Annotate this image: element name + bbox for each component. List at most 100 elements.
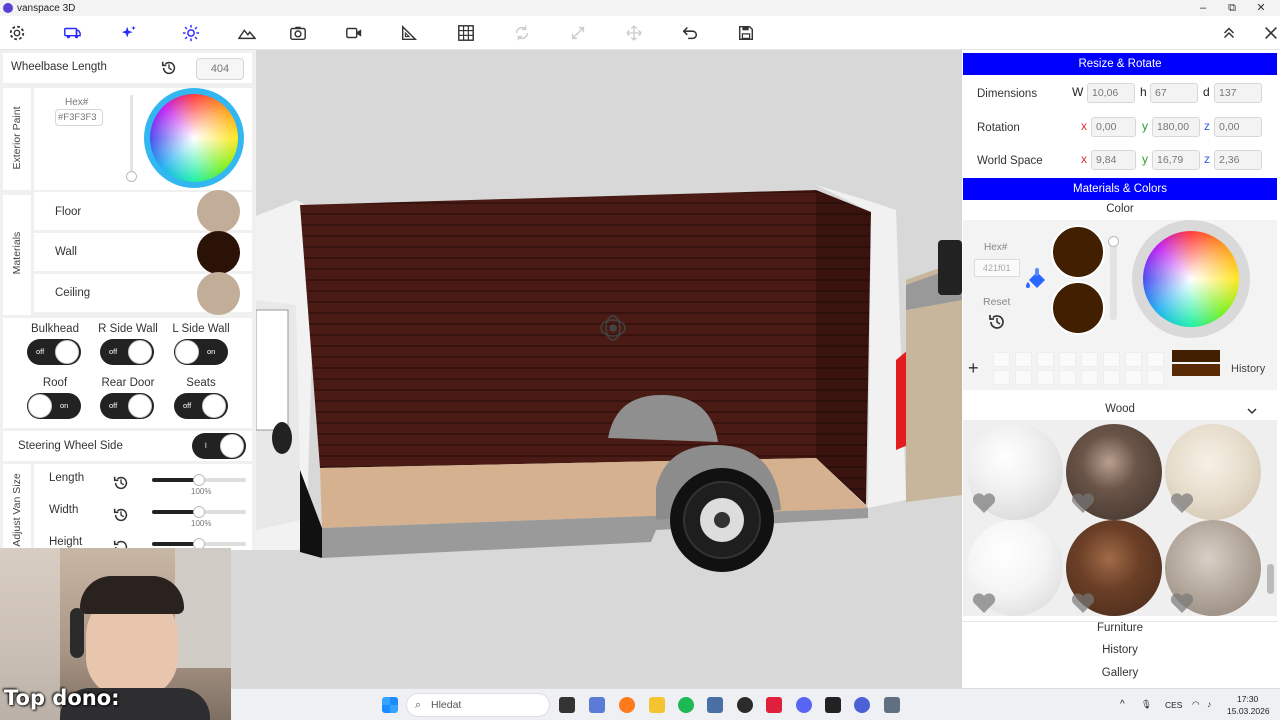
gallery-section-link[interactable]: Gallery bbox=[962, 667, 1278, 679]
height-slider[interactable] bbox=[152, 538, 246, 550]
width-slider-knob[interactable] bbox=[193, 506, 205, 518]
material-row-wall[interactable]: Wall bbox=[34, 231, 252, 274]
steering-toggle[interactable]: l bbox=[192, 433, 246, 459]
clock-time[interactable]: 17:30 bbox=[1237, 694, 1258, 704]
snipping-tool-icon[interactable] bbox=[589, 697, 605, 713]
tray-chevron-icon[interactable]: ^ bbox=[1120, 699, 1125, 710]
width-reset-icon[interactable] bbox=[112, 506, 130, 529]
window-close-button[interactable]: ✕ bbox=[1244, 0, 1278, 16]
history-chip-1[interactable] bbox=[1172, 350, 1220, 362]
wheelbase-input[interactable]: 404 bbox=[196, 58, 244, 80]
rear-door-toggle[interactable]: off bbox=[100, 393, 154, 419]
exterior-brightness-knob[interactable] bbox=[126, 171, 137, 182]
r-side-wall-toggle[interactable]: off bbox=[100, 339, 154, 365]
depth-field[interactable]: 137 bbox=[1214, 83, 1262, 103]
history-color-cell[interactable] bbox=[993, 370, 1010, 385]
history-color-cell[interactable] bbox=[1037, 352, 1054, 367]
gear-icon[interactable] bbox=[7, 23, 27, 43]
history-color-cell[interactable] bbox=[1015, 352, 1032, 367]
height-field[interactable]: 67 bbox=[1150, 83, 1198, 103]
undo-icon[interactable] bbox=[680, 23, 700, 43]
settings-app-icon[interactable] bbox=[884, 697, 900, 713]
history-section-link[interactable]: History bbox=[962, 644, 1278, 656]
exterior-color-wheel[interactable] bbox=[150, 94, 238, 182]
length-slider-knob[interactable] bbox=[193, 474, 205, 486]
move-icon[interactable] bbox=[624, 23, 644, 43]
add-color-icon[interactable]: + bbox=[968, 358, 979, 379]
rotation-z-field[interactable]: 0,00 bbox=[1214, 117, 1262, 137]
ruler-icon[interactable] bbox=[399, 23, 419, 43]
rotate-icon[interactable] bbox=[512, 23, 532, 43]
history-color-cell[interactable] bbox=[1125, 352, 1142, 367]
history-color-cell[interactable] bbox=[1147, 370, 1164, 385]
reset-history-icon[interactable] bbox=[987, 312, 1007, 337]
firefox-icon[interactable] bbox=[619, 697, 635, 713]
favorite-heart-icon[interactable] bbox=[971, 492, 997, 514]
grid-icon[interactable] bbox=[456, 23, 476, 43]
history-color-cell[interactable] bbox=[993, 352, 1010, 367]
close-icon[interactable] bbox=[1261, 23, 1280, 43]
van-icon[interactable] bbox=[62, 23, 82, 43]
file-explorer-icon[interactable] bbox=[649, 697, 665, 713]
favorite-heart-icon[interactable] bbox=[1169, 492, 1195, 514]
color-brightness-knob[interactable] bbox=[1108, 236, 1119, 247]
microphone-icon[interactable]: 🎙 bbox=[1141, 699, 1152, 710]
history-chip-2[interactable] bbox=[1172, 364, 1220, 376]
rotation-x-field[interactable]: 0,00 bbox=[1091, 117, 1136, 137]
favorite-heart-icon[interactable] bbox=[1070, 492, 1096, 514]
save-icon[interactable] bbox=[736, 23, 756, 43]
furniture-section-link[interactable]: Furniture bbox=[962, 621, 1278, 634]
reset-label[interactable]: Reset bbox=[983, 296, 1010, 308]
length-slider[interactable] bbox=[152, 474, 246, 486]
favorite-heart-icon[interactable] bbox=[1070, 592, 1096, 614]
material-wall-swatch[interactable] bbox=[197, 231, 240, 274]
history-color-cell[interactable] bbox=[1081, 352, 1098, 367]
video-icon[interactable] bbox=[344, 23, 364, 43]
world-y-field[interactable]: 16,79 bbox=[1152, 150, 1200, 170]
paint-bucket-icon[interactable] bbox=[1023, 266, 1051, 299]
history-color-cell[interactable] bbox=[1015, 370, 1032, 385]
exterior-hex-input[interactable]: #F3F3F3 bbox=[55, 109, 103, 126]
sparkles-icon[interactable] bbox=[119, 23, 139, 43]
calculator-icon[interactable] bbox=[707, 697, 723, 713]
favorite-heart-icon[interactable] bbox=[1169, 592, 1195, 614]
discord-icon[interactable] bbox=[796, 697, 812, 713]
unity-icon[interactable] bbox=[825, 697, 841, 713]
wood-grid-scrollbar[interactable] bbox=[1267, 564, 1274, 594]
reset-history-icon[interactable] bbox=[160, 59, 178, 82]
length-reset-icon[interactable] bbox=[112, 474, 130, 497]
history-color-cell[interactable] bbox=[1059, 370, 1076, 385]
history-color-cell[interactable] bbox=[1147, 352, 1164, 367]
material-row-floor[interactable]: Floor bbox=[34, 190, 252, 233]
capcut-icon[interactable] bbox=[766, 697, 782, 713]
history-color-cell[interactable] bbox=[1125, 370, 1142, 385]
bulkhead-toggle[interactable]: off bbox=[27, 339, 81, 365]
history-color-cell[interactable] bbox=[1103, 352, 1120, 367]
favorite-heart-icon[interactable] bbox=[971, 592, 997, 614]
resize-rotate-header[interactable]: Resize & Rotate bbox=[963, 53, 1277, 75]
windows-start-icon[interactable] bbox=[382, 697, 398, 713]
chevron-down-icon[interactable] bbox=[1246, 403, 1258, 421]
current-color-swatch[interactable] bbox=[1051, 225, 1105, 279]
vanspace-app-icon[interactable] bbox=[854, 697, 870, 713]
material-ceiling-swatch[interactable] bbox=[197, 272, 240, 315]
language-indicator[interactable]: CES bbox=[1165, 700, 1182, 710]
wood-section-label[interactable]: Wood bbox=[962, 403, 1278, 415]
width-slider[interactable] bbox=[152, 506, 246, 518]
width-field[interactable]: 10,06 bbox=[1087, 83, 1135, 103]
world-z-field[interactable]: 2,36 bbox=[1214, 150, 1262, 170]
l-side-wall-toggle[interactable]: on bbox=[174, 339, 228, 365]
color-brightness-slider[interactable] bbox=[1110, 242, 1117, 320]
material-floor-swatch[interactable] bbox=[197, 190, 240, 233]
rotation-y-field[interactable]: 180,00 bbox=[1152, 117, 1200, 137]
resize-icon[interactable] bbox=[568, 23, 588, 43]
clock-date[interactable]: 15.03.2026 bbox=[1227, 706, 1270, 716]
spotify-icon[interactable] bbox=[678, 697, 694, 713]
task-view-icon[interactable] bbox=[559, 697, 575, 713]
previous-color-swatch[interactable] bbox=[1051, 281, 1105, 335]
history-color-cell[interactable] bbox=[1103, 370, 1120, 385]
world-x-field[interactable]: 9,84 bbox=[1091, 150, 1136, 170]
volume-icon[interactable]: ♪ bbox=[1207, 699, 1211, 709]
wifi-icon[interactable]: ◠ bbox=[1192, 699, 1199, 710]
material-hex-input[interactable]: 421f01 bbox=[974, 259, 1020, 277]
